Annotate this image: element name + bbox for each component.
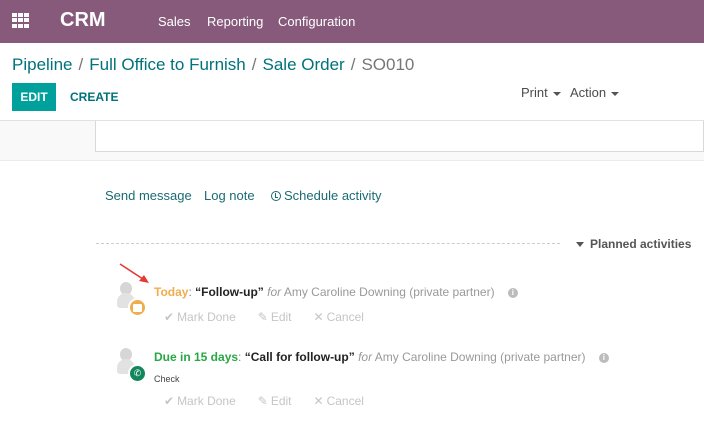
edit-button[interactable]: EDIT bbox=[12, 83, 56, 111]
activity-colon: : bbox=[188, 285, 192, 299]
edit-label: Edit bbox=[270, 394, 292, 408]
form-sheet bbox=[95, 121, 704, 152]
activity-colon: : bbox=[238, 350, 242, 364]
activity-actions: ✔ Mark Done ✎ Edit ✕ Cancel bbox=[164, 310, 386, 324]
check-icon: ✔ bbox=[164, 310, 175, 324]
activity-type-badge: ✆ bbox=[128, 364, 147, 383]
breadcrumb-separator: / bbox=[251, 55, 257, 74]
close-icon: ✕ bbox=[313, 310, 324, 324]
activity-cancel-button[interactable]: ✕ Cancel bbox=[314, 394, 364, 408]
apps-grid-icon[interactable] bbox=[12, 13, 29, 28]
create-button[interactable]: CREATE bbox=[70, 90, 118, 104]
activity-name: “Call for follow-up” bbox=[244, 350, 355, 364]
top-navbar: CRM Sales Reporting Configuration bbox=[0, 0, 704, 43]
activity-due: Today bbox=[154, 285, 189, 299]
breadcrumb-separator: / bbox=[78, 55, 84, 74]
breadcrumb-current: SO010 bbox=[361, 55, 415, 74]
print-dropdown[interactable]: Print bbox=[521, 85, 561, 100]
mark-done-label: Mark Done bbox=[177, 310, 236, 324]
mark-done-button[interactable]: ✔ Mark Done bbox=[164, 310, 236, 324]
mark-done-button[interactable]: ✔ Mark Done bbox=[164, 394, 236, 408]
breadcrumb-separator: / bbox=[350, 55, 356, 74]
phone-icon: ✆ bbox=[133, 368, 142, 378]
activity-item: Due in 15 days: “Call for follow-up” for… bbox=[154, 350, 609, 364]
caret-down-icon bbox=[611, 91, 620, 96]
mark-done-label: Mark Done bbox=[177, 394, 236, 408]
send-message-button[interactable]: Send message bbox=[105, 188, 192, 203]
activity-cancel-button[interactable]: ✕ Cancel bbox=[314, 310, 364, 324]
check-icon: ✔ bbox=[164, 394, 175, 408]
activity-partner: Amy Caroline Downing (private partner) bbox=[283, 285, 495, 299]
planned-divider bbox=[96, 243, 560, 244]
activity-edit-button[interactable]: ✎ Edit bbox=[258, 394, 292, 408]
menu-reporting[interactable]: Reporting bbox=[207, 14, 263, 29]
menu-configuration[interactable]: Configuration bbox=[278, 14, 355, 29]
clock-icon bbox=[271, 191, 281, 201]
caret-down-icon bbox=[552, 91, 561, 96]
planned-activities-toggle[interactable]: Planned activities bbox=[576, 237, 691, 251]
log-note-button[interactable]: Log note bbox=[204, 188, 255, 203]
info-icon[interactable]: i bbox=[598, 353, 609, 363]
breadcrumb-pipeline[interactable]: Pipeline bbox=[12, 55, 73, 74]
schedule-activity-label: Schedule activity bbox=[284, 188, 382, 203]
activity-actions: ✔ Mark Done ✎ Edit ✕ Cancel bbox=[164, 394, 386, 408]
menu-sales[interactable]: Sales bbox=[158, 14, 191, 29]
breadcrumb: Pipeline / Full Office to Furnish / Sale Ord… bbox=[12, 55, 414, 75]
action-dropdown[interactable]: Action bbox=[570, 85, 620, 100]
caret-down-icon bbox=[576, 242, 584, 248]
cancel-label: Cancel bbox=[326, 310, 364, 324]
activity-for: for bbox=[358, 350, 373, 364]
breadcrumb-sale-order[interactable]: Sale Order bbox=[263, 55, 345, 74]
breadcrumb-opportunity[interactable]: Full Office to Furnish bbox=[89, 55, 246, 74]
activity-note: Check bbox=[154, 374, 180, 384]
activity-for: for bbox=[267, 285, 282, 299]
activity-partner: Amy Caroline Downing (private partner) bbox=[374, 350, 586, 364]
control-panel: Pipeline / Full Office to Furnish / Sale Ord… bbox=[0, 43, 704, 121]
activity-due: Due in 15 days bbox=[154, 350, 239, 364]
activity-item: Today: “Follow-up” for Amy Caroline Down… bbox=[154, 285, 518, 299]
pencil-icon: ✎ bbox=[257, 394, 268, 408]
cancel-label: Cancel bbox=[326, 394, 364, 408]
info-icon[interactable]: i bbox=[507, 288, 518, 298]
shirt-icon bbox=[133, 303, 142, 312]
print-label: Print bbox=[521, 85, 548, 100]
activity-name: “Follow-up” bbox=[195, 285, 264, 299]
action-label: Action bbox=[570, 85, 607, 100]
form-background bbox=[0, 121, 704, 161]
pencil-icon: ✎ bbox=[257, 310, 268, 324]
app-brand[interactable]: CRM bbox=[60, 9, 106, 32]
planned-activities-title: Planned activities bbox=[590, 237, 692, 251]
activity-type-badge bbox=[128, 298, 147, 317]
close-icon: ✕ bbox=[313, 394, 324, 408]
schedule-activity-button[interactable]: Schedule activity bbox=[271, 188, 382, 203]
activity-edit-button[interactable]: ✎ Edit bbox=[258, 310, 292, 324]
edit-label: Edit bbox=[270, 310, 292, 324]
